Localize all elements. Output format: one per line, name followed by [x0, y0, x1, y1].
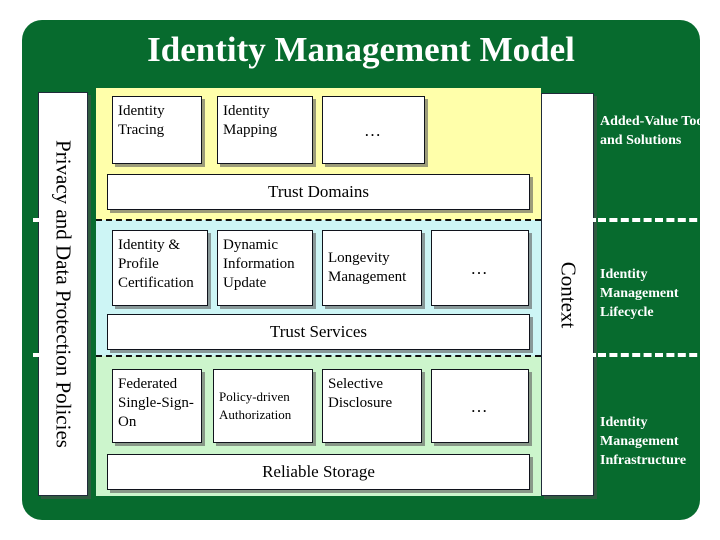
- box-more-row2[interactable]: …: [431, 230, 529, 306]
- separator-tick-right-2: [586, 353, 596, 357]
- separator-tick-right-1: [586, 218, 596, 222]
- bar-trust-services[interactable]: Trust Services: [107, 314, 530, 350]
- right-label-identity-management-infrastructure: Identity Management Infrastructure: [600, 415, 687, 468]
- privacy-policies-axis: Privacy and Data Protection Policies: [38, 92, 88, 496]
- layer-separator-1: [96, 219, 541, 221]
- context-axis-label: Context: [556, 261, 580, 328]
- layer-separator-2: [96, 355, 541, 357]
- box-longevity-management[interactable]: Longevity Management: [322, 230, 422, 306]
- box-more-row1[interactable]: …: [322, 96, 425, 164]
- right-layer-separator-1: [598, 218, 720, 222]
- right-label-identity-management-lifecycle: Identity Management Lifecycle: [600, 267, 679, 320]
- separator-tick-left-1: [33, 218, 43, 222]
- separator-tick-left-2: [33, 353, 43, 357]
- box-selective-disclosure[interactable]: Selective Disclosure: [322, 369, 422, 443]
- box-identity-mapping[interactable]: Identity Mapping: [217, 96, 313, 164]
- page-title: Identity Management Model: [147, 30, 575, 69]
- box-identity-profile-certification[interactable]: Identity & Profile Certification: [112, 230, 208, 306]
- box-dynamic-information-update[interactable]: Dynamic Information Update: [217, 230, 313, 306]
- context-axis: Context: [541, 93, 594, 496]
- box-identity-tracing[interactable]: Identity Tracing: [112, 96, 202, 164]
- box-policy-driven-authorization[interactable]: Policy-driven Authorization: [213, 369, 313, 443]
- privacy-policies-axis-label: Privacy and Data Protection Policies: [51, 140, 76, 448]
- box-federated-single-sign-on[interactable]: Federated Single-Sign-On: [112, 369, 202, 443]
- bar-reliable-storage[interactable]: Reliable Storage: [107, 454, 530, 490]
- bar-trust-domains[interactable]: Trust Domains: [107, 174, 530, 210]
- box-more-row3[interactable]: …: [431, 369, 529, 443]
- right-label-added-value-tools-and-solutions: Added-Value Tools and Solutions: [600, 114, 713, 148]
- right-layer-separator-2: [598, 353, 720, 357]
